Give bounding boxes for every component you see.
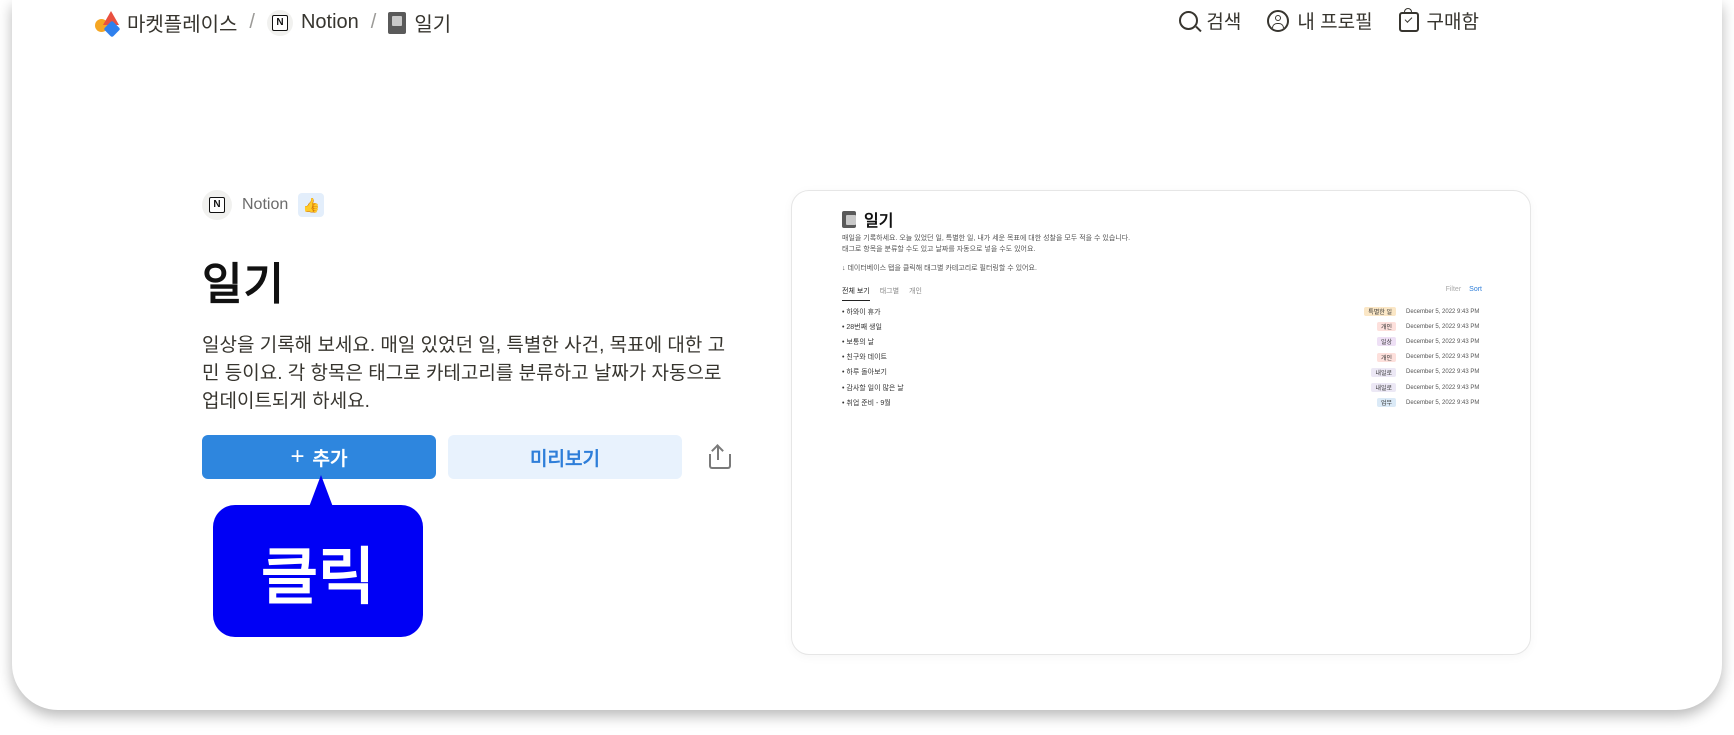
preview-row-tag: 일상 — [1376, 337, 1396, 347]
callout-pointer — [309, 475, 333, 507]
preview-row-tag: 업무 — [1376, 398, 1396, 408]
preview-hint: ↓ 데이터베이스 탭을 클릭해 태그별 카테고리로 필터링할 수 있어요. — [842, 265, 1037, 272]
preview-row-name: • 하와이 휴가 — [842, 308, 881, 316]
share-icon[interactable] — [708, 444, 731, 469]
preview-row-date: December 5, 2022 9:43 PM — [1406, 323, 1480, 330]
preview-tab: 태그별 — [879, 288, 900, 295]
preview-row-tag: 개인 — [1376, 352, 1396, 362]
preview-row-name: • 보통의 날 — [842, 338, 875, 346]
search-icon — [1179, 11, 1199, 30]
preview-row-tag: 개인 — [1376, 322, 1396, 332]
breadcrumb-separator: / — [249, 11, 255, 33]
preview-row: • 하루 돌아보기 내일로 December 5, 2022 9:43 PM — [842, 365, 1482, 380]
purchases-label: 구매함 — [1426, 12, 1479, 33]
notion-logo-icon: N — [266, 9, 293, 36]
preview-row-name: • 감사할 일이 많은 날 — [842, 384, 904, 392]
breadcrumb-marketplace-label: 마켓플레이스 — [127, 14, 238, 36]
preview-row: • 보통의 날 일상 December 5, 2022 9:43 PM — [842, 334, 1482, 349]
preview-row: • 감사할 일이 많은 날 내일로 December 5, 2022 9:43 PM — [842, 380, 1482, 395]
preview-row-name: • 28번째 생일 — [842, 323, 882, 331]
breadcrumb-creator[interactable]: N Notion — [266, 9, 359, 36]
breadcrumb-creator-label: Notion — [300, 11, 359, 33]
top-nav: 검색 내 프로필 구매함 — [1179, 7, 1479, 34]
click-callout-label: 클릭 — [260, 543, 376, 612]
action-buttons: + 추가 미리보기 — [202, 435, 731, 479]
thumbs-up-icon: 👍 — [298, 193, 325, 217]
plus-icon: + — [290, 443, 305, 470]
preview-row-date: December 5, 2022 9:43 PM — [1406, 369, 1480, 376]
preview-row: • 친구와 데이트 개인 December 5, 2022 9:43 PM — [842, 350, 1482, 365]
add-button-label: 추가 — [312, 448, 348, 470]
top-bar: 마켓플레이스 / N Notion / 일기 검색 내 프로필 구매함 — [0, 0, 1734, 44]
search-label: 검색 — [1206, 12, 1242, 33]
preview-sort: Sort — [1469, 286, 1482, 293]
preview-description: 매일을 기록하세요. 오늘 있었던 일, 특별한 일, 내가 세운 목표에 대한… — [842, 233, 1130, 255]
preview-row-tag: 내일로 — [1371, 383, 1396, 393]
diary-book-icon — [842, 210, 856, 228]
click-callout: 클릭 — [213, 505, 423, 637]
preview-rows: • 하와이 휴가 특별한 일 December 5, 2022 9:43 PM • 2… — [842, 304, 1482, 410]
preview-tabs: 전체 보기 태그별 개인 — [842, 286, 922, 301]
preview-row: • 취업 준비 - 9월 업무 December 5, 2022 9:43 PM — [842, 395, 1482, 410]
breadcrumb: 마켓플레이스 / N Notion / 일기 — [95, 8, 451, 37]
preview-row-date: December 5, 2022 9:43 PM — [1406, 308, 1480, 315]
preview-row-tag: 내일로 — [1371, 367, 1396, 377]
preview-button[interactable]: 미리보기 — [448, 435, 682, 479]
add-button[interactable]: + 추가 — [202, 435, 436, 479]
breadcrumb-marketplace[interactable]: 마켓플레이스 — [95, 8, 237, 37]
shopping-bag-icon — [1398, 8, 1419, 32]
preview-title-text: 일기 — [864, 213, 894, 230]
preview-row: • 하와이 휴가 특별한 일 December 5, 2022 9:43 PM — [842, 304, 1482, 319]
preview-desc-line: 매일을 기록하세요. 오늘 있었던 일, 특별한 일, 내가 세운 목표에 대한… — [842, 235, 1131, 242]
preview-row-date: December 5, 2022 9:43 PM — [1406, 384, 1480, 391]
preview-filter: Filter — [1445, 286, 1462, 293]
preview-tab: 전체 보기 — [842, 286, 870, 301]
creator-avatar[interactable]: N — [202, 190, 232, 220]
profile-label: 내 프로필 — [1297, 12, 1373, 33]
preview-row-name: • 하루 돌아보기 — [842, 369, 887, 377]
preview-tools: Filter Sort — [1446, 286, 1482, 293]
preview-desc-line: 태그로 항목을 분류할 수도 있고 날짜를 자동으로 넣을 수도 있어요. — [842, 246, 1036, 253]
marketplace-logo-icon — [95, 10, 121, 37]
template-info: N Notion 👍 일기 일상을 기록해 보세요. 매일 있었던 일, 특별한… — [202, 190, 742, 479]
profile-button[interactable]: 내 프로필 — [1267, 7, 1373, 34]
preview-row-date: December 5, 2022 9:43 PM — [1406, 338, 1480, 345]
breadcrumb-template-label: 일기 — [414, 14, 452, 36]
page-title: 일기 — [202, 260, 285, 309]
breadcrumb-template[interactable]: 일기 — [388, 8, 451, 37]
preview-row-tag: 특별한 일 — [1364, 307, 1396, 317]
preview-title: 일기 — [842, 207, 893, 231]
breadcrumb-separator: / — [370, 11, 377, 33]
diary-book-icon — [388, 11, 407, 34]
purchases-button[interactable]: 구매함 — [1398, 7, 1479, 34]
preview-row-name: • 취업 준비 - 9월 — [842, 399, 891, 407]
preview-row: • 28번째 생일 개인 December 5, 2022 9:43 PM — [842, 319, 1482, 334]
search-button[interactable]: 검색 — [1179, 7, 1241, 34]
preview-row-name: • 친구와 데이트 — [842, 354, 887, 362]
creator-row: N Notion 👍 — [202, 190, 742, 220]
preview-row-date: December 5, 2022 9:43 PM — [1406, 354, 1480, 361]
user-icon — [1267, 9, 1290, 32]
preview-row-date: December 5, 2022 9:43 PM — [1406, 399, 1480, 406]
preview-tab: 개인 — [909, 288, 922, 295]
preview-button-label: 미리보기 — [530, 448, 600, 470]
template-description: 일상을 기록해 보세요. 매일 있었던 일, 특별한 사건, 목표에 대한 고민… — [202, 335, 726, 412]
creator-name[interactable]: Notion — [242, 196, 288, 214]
template-preview-image: 일기 매일을 기록하세요. 오늘 있었던 일, 특별한 일, 내가 세운 목표에… — [791, 190, 1531, 655]
